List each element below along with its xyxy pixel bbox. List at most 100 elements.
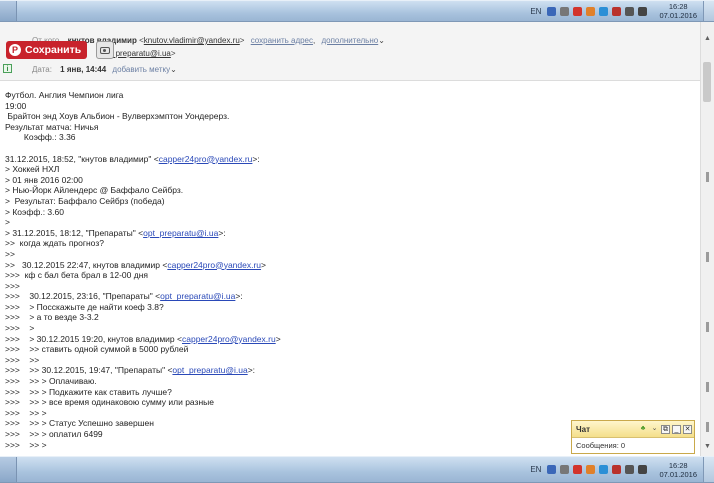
tray-arrow-icon[interactable] bbox=[560, 6, 570, 16]
clock[interactable]: 16:28 07.01.2016 bbox=[659, 461, 697, 479]
app-tray-icon[interactable] bbox=[586, 465, 596, 474]
app-tray-icon[interactable] bbox=[586, 6, 596, 16]
message-text: Футбол. Англия Чемпион лига bbox=[5, 90, 124, 100]
message-text: >> bbox=[5, 248, 15, 259]
close-icon[interactable]: ✕ bbox=[683, 424, 692, 434]
message-text: > Хоккей НХЛ bbox=[5, 164, 60, 175]
scroll-down-arrow-icon[interactable]: ▼ bbox=[701, 440, 714, 452]
popout-icon[interactable]: ⧉ bbox=[661, 424, 670, 434]
signal-icon[interactable] bbox=[638, 6, 648, 16]
message-text: >> 30.12.2015 22:47, кнутов владимир < bbox=[5, 259, 168, 270]
chat-title: Чат bbox=[576, 424, 590, 434]
people-icon[interactable]: ♣ bbox=[638, 425, 648, 434]
show-desktop-button[interactable] bbox=[703, 457, 714, 482]
show-desktop-button[interactable] bbox=[703, 1, 714, 21]
chat-widget[interactable]: Чат ♣ ⌄ ⧉ _ ✕ Сообщения: 0 bbox=[571, 420, 695, 454]
add-label-link[interactable]: добавить метку bbox=[112, 65, 170, 74]
language-indicator[interactable]: EN bbox=[530, 465, 541, 474]
chevron-down-icon[interactable]: ⌄ bbox=[170, 65, 177, 74]
message-line: >>> >> > все время одинаковою сумму или … bbox=[5, 397, 705, 408]
chevron-down-icon[interactable]: ⌄ bbox=[378, 36, 385, 45]
pdf-icon[interactable] bbox=[612, 6, 622, 16]
scroll-thumb[interactable] bbox=[703, 62, 711, 102]
message-text: > 01 янв 2016 02:00 bbox=[5, 174, 83, 185]
clock[interactable]: 16:28 07.01.2016 bbox=[659, 2, 697, 20]
message-text: >>> > Посскажыте де найти коеф 3.8? bbox=[5, 301, 164, 312]
pinterest-save-button[interactable]: P Сохранить bbox=[6, 41, 88, 59]
system-tray: EN 16:28 07.01.2016 bbox=[530, 1, 714, 21]
email-link[interactable]: capper24pro@yandex.ru bbox=[167, 260, 261, 270]
email-link[interactable]: opt_preparatu@i.ua bbox=[143, 228, 218, 238]
message-line: Футбол. Англия Чемпион лига bbox=[5, 90, 705, 101]
start-button-fragment[interactable] bbox=[0, 1, 17, 21]
message-text: >>> bbox=[5, 280, 20, 291]
network-icon[interactable] bbox=[547, 465, 557, 474]
message-text: >>> >> 30.12.2015, 19:47, "Препараты" < bbox=[5, 365, 173, 376]
vertical-scrollbar[interactable]: ▲ ▼ bbox=[700, 22, 714, 456]
pinterest-icon: P bbox=[9, 44, 21, 56]
antivirus-icon[interactable] bbox=[573, 6, 583, 16]
clock-date: 07.01.2016 bbox=[659, 469, 697, 479]
message-text: >>> >> bbox=[5, 354, 40, 365]
taskbar-bottom: EN 16:28 07.01.2016 bbox=[0, 456, 714, 483]
message-text: Коэфф.: 3.36 bbox=[5, 132, 76, 143]
chat-header[interactable]: Чат ♣ ⌄ ⧉ _ ✕ bbox=[572, 421, 694, 438]
email-link[interactable]: opt_preparatu@i.ua bbox=[172, 365, 247, 375]
message-line: Коэфф.: 3.36 bbox=[5, 132, 705, 143]
info-icon[interactable]: i bbox=[3, 64, 12, 73]
message-line: Брайтон энд Хоув Альбион - Вулверхэмптон… bbox=[5, 111, 705, 122]
message-line: >> bbox=[5, 249, 705, 260]
message-line: > Хоккей НХЛ bbox=[5, 164, 705, 175]
email-link[interactable]: capper24pro@yandex.ru bbox=[159, 154, 253, 164]
message-text: >: bbox=[218, 227, 226, 238]
visual-search-button[interactable] bbox=[96, 41, 114, 59]
message-line: >>> >> ставить одной суммой в 5000 рубле… bbox=[5, 344, 705, 355]
message-text: >>> >> > все время одинаковою сумму или … bbox=[5, 397, 214, 408]
message-line: >>> > 30.12.2015 19:20, кнутов владимир … bbox=[5, 334, 705, 345]
message-text: >: bbox=[247, 365, 256, 376]
minimize-icon[interactable]: _ bbox=[672, 424, 681, 434]
more-link[interactable]: дополнительно bbox=[321, 36, 378, 45]
skype-icon[interactable] bbox=[599, 465, 609, 474]
signal-icon[interactable] bbox=[638, 465, 648, 474]
message-text: >>> > 30.12.2015 19:20, кнутов владимир … bbox=[5, 333, 182, 344]
save-address-link[interactable]: сохранить адрес bbox=[251, 36, 313, 45]
email-link[interactable]: capper24pro@yandex.ru bbox=[182, 334, 276, 344]
pdf-icon[interactable] bbox=[612, 465, 622, 474]
message-line: > bbox=[5, 217, 705, 228]
message-line: >>> > bbox=[5, 323, 705, 334]
clock-time: 16:28 bbox=[668, 2, 688, 11]
sender-address[interactable]: knutov.vladimir@yandex.ru bbox=[144, 36, 240, 45]
system-tray: EN 16:28 07.01.2016 bbox=[530, 457, 714, 482]
message-line: >>> >> > Оплачиваю. bbox=[5, 376, 705, 387]
chat-tools: ♣ ⌄ ⧉ _ ✕ bbox=[638, 424, 694, 434]
message-line: >> 30.12.2015 22:47, кнутов владимир <ca… bbox=[5, 260, 705, 271]
message-text: >>> >> > Оплачиваю. bbox=[5, 376, 97, 387]
email-link[interactable]: opt_preparatu@i.ua bbox=[160, 291, 235, 301]
message-text: > bbox=[275, 333, 281, 344]
scroll-up-arrow-icon[interactable]: ▲ bbox=[701, 32, 714, 44]
clock-time: 16:28 bbox=[668, 460, 688, 470]
volume-icon[interactable] bbox=[625, 465, 635, 474]
chevron-down-icon[interactable]: ⌄ bbox=[650, 425, 659, 434]
date-value: 1 янв, 14:44 bbox=[60, 65, 107, 74]
tray-arrow-icon[interactable] bbox=[560, 465, 570, 474]
antivirus-icon[interactable] bbox=[573, 465, 583, 474]
message-line: > 01 янв 2016 02:00 bbox=[5, 175, 705, 186]
start-button-fragment[interactable] bbox=[0, 457, 17, 482]
message-text: >>> > а то везде 3-3.2 bbox=[5, 312, 99, 323]
message-line: 31.12.2015, 18:52, "кнутов владимир" <ca… bbox=[5, 154, 705, 165]
skype-icon[interactable] bbox=[599, 6, 609, 16]
network-icon[interactable] bbox=[547, 6, 557, 16]
message-line: >>> > Посскажыте де найти коеф 3.8? bbox=[5, 302, 705, 313]
language-indicator[interactable]: EN bbox=[530, 7, 541, 16]
volume-icon[interactable] bbox=[625, 6, 635, 16]
scroll-marker bbox=[706, 382, 709, 392]
message-text: >>> >> > bbox=[5, 407, 47, 418]
message-line: >> когда ждать прогноз? bbox=[5, 238, 705, 249]
message-text: > bbox=[261, 259, 266, 270]
message-line: >>> кф с бал бета брал в 12-00 дня bbox=[5, 270, 705, 281]
message-text: >: bbox=[235, 291, 243, 302]
message-line: > 31.12.2015, 18:12, "Препараты" <opt_pr… bbox=[5, 228, 705, 239]
chat-messages-count: Сообщения: 0 bbox=[576, 441, 626, 450]
